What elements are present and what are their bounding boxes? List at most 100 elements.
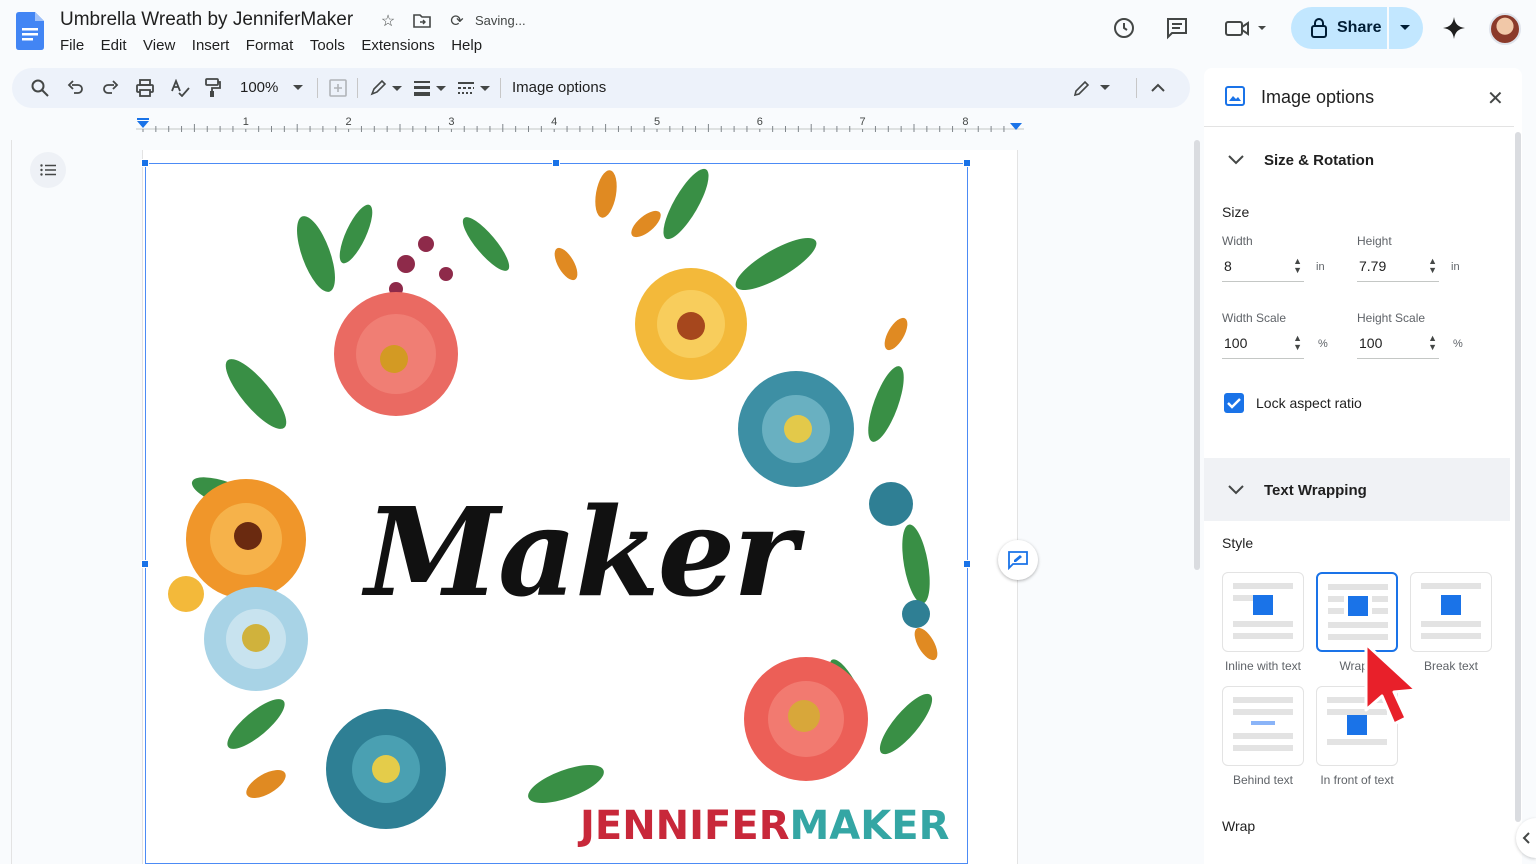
undo-icon[interactable] xyxy=(64,76,88,100)
hide-menus-chevron-up-icon[interactable] xyxy=(1146,76,1170,100)
document-outline-icon[interactable] xyxy=(30,152,66,188)
border-dash-icon[interactable] xyxy=(454,76,478,100)
menu-view[interactable]: View xyxy=(143,36,184,55)
add-comment-floating-icon[interactable] xyxy=(998,540,1038,580)
ruler-number: 5 xyxy=(654,116,660,128)
resize-handle-right[interactable] xyxy=(963,560,971,568)
resize-handle-left[interactable] xyxy=(141,560,149,568)
wrap-option-break-text[interactable] xyxy=(1410,572,1492,652)
version-history-icon[interactable] xyxy=(1110,14,1138,42)
height-field[interactable]: 7.79 ▲ ▼ xyxy=(1357,254,1439,282)
menu-help[interactable]: Help xyxy=(451,36,490,55)
wrap-option-behind-text[interactable] xyxy=(1222,686,1304,766)
insert-comment-icon[interactable] xyxy=(326,76,350,100)
lock-icon xyxy=(1311,18,1327,38)
size-rotation-header[interactable]: Size & Rotation xyxy=(1204,128,1510,190)
menu-format[interactable]: Format xyxy=(246,36,302,55)
resize-handle-top-right[interactable] xyxy=(963,159,971,167)
width-scale-label: Width Scale xyxy=(1222,311,1287,325)
spellcheck-icon[interactable] xyxy=(168,76,192,100)
menu-edit[interactable]: Edit xyxy=(101,36,135,55)
height-scale-value: 100 xyxy=(1359,335,1383,351)
panel-title: Image options xyxy=(1261,87,1375,107)
comments-icon[interactable] xyxy=(1163,14,1191,42)
ruler-number: 2 xyxy=(346,116,352,128)
height-value: 7.79 xyxy=(1359,258,1387,274)
width-stepper-icon[interactable]: ▲ ▼ xyxy=(1293,257,1302,275)
top-bar: Umbrella Wreath by JenniferMaker ☆ ⟳ Sav… xyxy=(0,0,1536,64)
toolbar-divider xyxy=(317,78,318,98)
gemini-sparkle-icon[interactable] xyxy=(1440,14,1468,42)
chevron-down-icon xyxy=(1228,485,1244,495)
menu-file[interactable]: File xyxy=(60,36,93,55)
border-color-dropdown-icon[interactable] xyxy=(392,86,402,92)
print-icon[interactable] xyxy=(133,76,157,100)
height-scale-field[interactable]: 100 ▲ ▼ xyxy=(1357,331,1439,359)
image-selection-border xyxy=(145,163,968,864)
text-wrapping-title: Text Wrapping xyxy=(1264,482,1367,499)
width-field[interactable]: 8 ▲ ▼ xyxy=(1222,254,1304,282)
height-scale-label: Height Scale xyxy=(1357,311,1426,325)
redo-icon[interactable] xyxy=(98,76,122,100)
menu-tools[interactable]: Tools xyxy=(310,36,354,55)
zoom-select[interactable]: 100% xyxy=(240,79,278,96)
resize-handle-top[interactable] xyxy=(552,159,560,167)
share-divider xyxy=(1387,7,1389,49)
ruler-number: 8 xyxy=(962,116,968,128)
style-label: Style xyxy=(1222,535,1254,551)
star-icon[interactable]: ☆ xyxy=(377,10,399,32)
width-scale-stepper-icon[interactable]: ▲ ▼ xyxy=(1293,334,1302,352)
height-label: Height xyxy=(1357,234,1392,248)
wrap-option-inline[interactable] xyxy=(1222,572,1304,652)
ruler-number: 1 xyxy=(243,116,249,128)
document-scrollbar[interactable] xyxy=(1194,140,1200,570)
account-avatar[interactable] xyxy=(1489,13,1521,45)
height-unit: in xyxy=(1451,261,1460,273)
height-scale-stepper-icon[interactable]: ▲ ▼ xyxy=(1428,334,1437,352)
height-stepper-icon[interactable]: ▲ ▼ xyxy=(1428,257,1437,275)
close-icon[interactable]: ✕ xyxy=(1487,86,1504,111)
text-wrapping-header[interactable]: Text Wrapping xyxy=(1204,458,1510,521)
image-options-button[interactable]: Image options xyxy=(512,79,606,96)
toolbar-divider xyxy=(357,78,358,98)
share-dropdown-icon[interactable] xyxy=(1399,24,1411,32)
vertical-ruler[interactable] xyxy=(0,140,12,864)
chevron-down-icon xyxy=(1228,155,1244,165)
menu-bar: File Edit View Insert Format Tools Exten… xyxy=(60,36,499,55)
docs-logo-icon[interactable] xyxy=(16,12,44,50)
toolbar-divider xyxy=(1136,78,1137,98)
wrap-section-label: Wrap xyxy=(1222,818,1256,834)
meet-call-icon[interactable] xyxy=(1222,14,1268,42)
border-color-icon[interactable] xyxy=(366,76,390,100)
search-menus-icon[interactable] xyxy=(28,76,52,100)
document-title[interactable]: Umbrella Wreath by JenniferMaker xyxy=(60,9,353,31)
share-label: Share xyxy=(1337,19,1382,36)
height-scale-unit: % xyxy=(1453,338,1463,350)
wrap-label-behind-text: Behind text xyxy=(1232,773,1294,787)
panel-divider xyxy=(1204,126,1514,127)
panel-scrollbar[interactable] xyxy=(1515,132,1521,822)
border-weight-icon[interactable] xyxy=(410,76,434,100)
image-options-panel: Image options ✕ Size & Rotation Size Wid… xyxy=(1204,68,1522,864)
menu-insert[interactable]: Insert xyxy=(192,36,238,55)
width-scale-field[interactable]: 100 ▲ ▼ xyxy=(1222,331,1304,359)
wrap-label-in-front: In front of text xyxy=(1320,773,1394,787)
ruler-number: 7 xyxy=(860,116,866,128)
editing-mode-icon[interactable] xyxy=(1070,76,1094,100)
menu-extensions[interactable]: Extensions xyxy=(361,36,443,55)
share-button[interactable]: Share xyxy=(1291,7,1423,49)
move-folder-icon[interactable] xyxy=(411,10,433,32)
resize-handle-top-left[interactable] xyxy=(141,159,149,167)
ruler-number: 6 xyxy=(757,116,763,128)
main-toolbar: 100% Image options xyxy=(12,68,1190,108)
horizontal-ruler[interactable]: 1 2 3 4 5 6 7 8 xyxy=(136,114,1024,134)
border-weight-dropdown-icon[interactable] xyxy=(436,86,446,92)
zoom-dropdown-icon[interactable] xyxy=(293,85,303,91)
editing-mode-dropdown-icon[interactable] xyxy=(1100,85,1110,91)
save-status: Saving... xyxy=(475,13,526,28)
border-dash-dropdown-icon[interactable] xyxy=(480,86,490,92)
width-scale-value: 100 xyxy=(1224,335,1248,351)
paint-format-icon[interactable] xyxy=(201,76,225,100)
lock-aspect-checkbox[interactable] xyxy=(1224,393,1244,413)
image-icon xyxy=(1225,86,1245,106)
